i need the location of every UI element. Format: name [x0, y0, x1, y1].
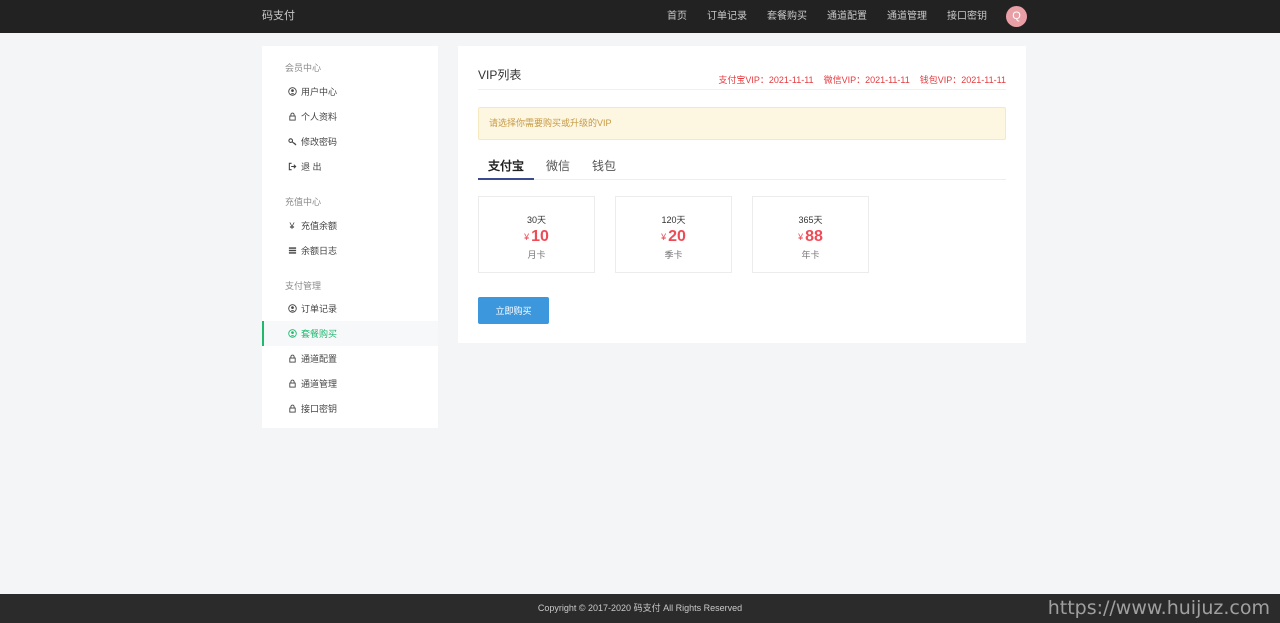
sidebar-item-label: 接口密钥: [301, 404, 338, 414]
yen-icon: ¥: [289, 220, 295, 231]
alipay-vip-status: 支付宝VIP：2021-11-11: [718, 75, 814, 85]
lock-icon: [287, 354, 297, 364]
sidebar-item-orders[interactable]: 订单记录: [262, 296, 438, 321]
sidebar-item-change-password[interactable]: 修改密码: [262, 129, 438, 154]
nav-packages[interactable]: 套餐购买: [767, 0, 807, 33]
nav-api-key[interactable]: 接口密钥: [947, 0, 987, 33]
plan-name: 年卡: [801, 250, 820, 260]
sidebar-item-packages[interactable]: 套餐购买: [262, 321, 438, 346]
plan-price: ¥10: [479, 228, 594, 246]
nav-channel-config[interactable]: 通道配置: [827, 0, 867, 33]
logout-icon: [287, 162, 297, 172]
sidebar-item-channel-config[interactable]: 通道配置: [262, 346, 438, 371]
sidebar-group-title: 充值中心: [285, 197, 322, 207]
payment-tabs: 支付宝 微信 钱包: [478, 152, 1006, 180]
sidebar-item-label: 个人资料: [301, 112, 338, 122]
plan-days: 365天: [798, 215, 823, 225]
sidebar-item-label: 通道配置: [301, 354, 338, 364]
currency-symbol: ¥: [798, 232, 804, 242]
currency-symbol: ¥: [524, 232, 530, 242]
plan-card-yearly[interactable]: 365天 ¥88 年卡: [752, 196, 869, 273]
lock-icon: [287, 404, 297, 414]
sidebar-item-logout[interactable]: 退 出: [262, 154, 438, 179]
page-title: VIP列表: [478, 68, 522, 82]
user-circle-icon: [287, 87, 297, 97]
price-value: 10: [531, 228, 549, 245]
sidebar-item-profile[interactable]: 个人资料: [262, 104, 438, 129]
nav-channel-manage[interactable]: 通道管理: [887, 0, 927, 33]
sidebar-group-title: 会员中心: [285, 63, 322, 73]
currency-symbol: ¥: [661, 232, 667, 242]
user-circle-icon: [287, 304, 297, 314]
plan-days: 120天: [661, 215, 686, 225]
price-value: 88: [805, 228, 823, 245]
watermark-text: https://www.huijuz.com: [1047, 597, 1270, 619]
sidebar-item-label: 退 出: [301, 162, 322, 172]
sidebar-item-label: 用户中心: [301, 87, 338, 97]
price-value: 20: [668, 228, 686, 245]
sidebar-item-recharge[interactable]: ¥ 充值余额: [262, 213, 438, 238]
plan-card-quarterly[interactable]: 120天 ¥20 季卡: [615, 196, 732, 273]
vip-panel: VIP列表 支付宝VIP：2021-11-11 微信VIP：2021-11-11…: [458, 46, 1026, 343]
brand-logo[interactable]: 码支付: [262, 0, 295, 33]
divider: [478, 89, 1006, 90]
nav-orders[interactable]: 订单记录: [707, 0, 747, 33]
sidebar-item-label: 余额日志: [301, 246, 338, 256]
lock-icon: [287, 379, 297, 389]
sidebar-item-channel-manage[interactable]: 通道管理: [262, 371, 438, 396]
plan-cards: 30天 ¥10 月卡 120天 ¥20 季卡 365天 ¥88 年卡: [478, 196, 889, 273]
key-icon: [287, 137, 297, 147]
sidebar-item-label: 套餐购买: [301, 329, 338, 339]
sidebar-item-balance-log[interactable]: 余额日志: [262, 238, 438, 263]
plan-name: 月卡: [527, 250, 546, 260]
plan-card-monthly[interactable]: 30天 ¥10 月卡: [478, 196, 595, 273]
buy-now-button[interactable]: 立即购买: [478, 297, 549, 324]
sidebar-item-label: 充值余额: [301, 221, 338, 231]
plan-price: ¥20: [616, 228, 731, 246]
plan-price: ¥88: [753, 228, 868, 246]
sidebar-item-user-center[interactable]: 用户中心: [262, 79, 438, 104]
sidebar-item-label: 订单记录: [301, 304, 338, 314]
sidebar: 会员中心 用户中心 个人资料 修改密码 退 出 充值中心 ¥ 充值余额 余额日志…: [262, 46, 438, 428]
wallet-vip-status: 钱包VIP：2021-11-11: [919, 75, 1006, 85]
wechat-vip-status: 微信VIP：2021-11-11: [823, 75, 910, 85]
avatar[interactable]: Q: [1006, 6, 1027, 27]
list-icon: [287, 246, 297, 256]
vip-status-list: 支付宝VIP：2021-11-11 微信VIP：2021-11-11 钱包VIP…: [718, 73, 1006, 86]
top-navbar: 码支付 首页 订单记录 套餐购买 通道配置 通道管理 接口密钥 Q: [0, 0, 1280, 33]
plan-name: 季卡: [664, 250, 683, 260]
sidebar-item-label: 通道管理: [301, 379, 338, 389]
sidebar-item-api-key[interactable]: 接口密钥: [262, 396, 438, 421]
plan-days: 30天: [526, 215, 546, 225]
tab-wallet[interactable]: 钱包: [582, 152, 626, 180]
tab-alipay[interactable]: 支付宝: [478, 152, 535, 180]
user-circle-icon: [287, 329, 297, 339]
sidebar-item-label: 修改密码: [301, 137, 338, 147]
nav-home[interactable]: 首页: [667, 0, 687, 33]
lock-icon: [287, 112, 297, 122]
copyright-text: Copyright © 2017-2020 码支付 All Rights Res…: [537, 603, 743, 613]
notice-banner: 请选择你需要购买或升级的VIP: [478, 107, 1006, 140]
main-nav: 首页 订单记录 套餐购买 通道配置 通道管理 接口密钥: [667, 0, 987, 33]
sidebar-group-title: 支付管理: [285, 281, 322, 291]
tab-wechat[interactable]: 微信: [536, 152, 580, 180]
